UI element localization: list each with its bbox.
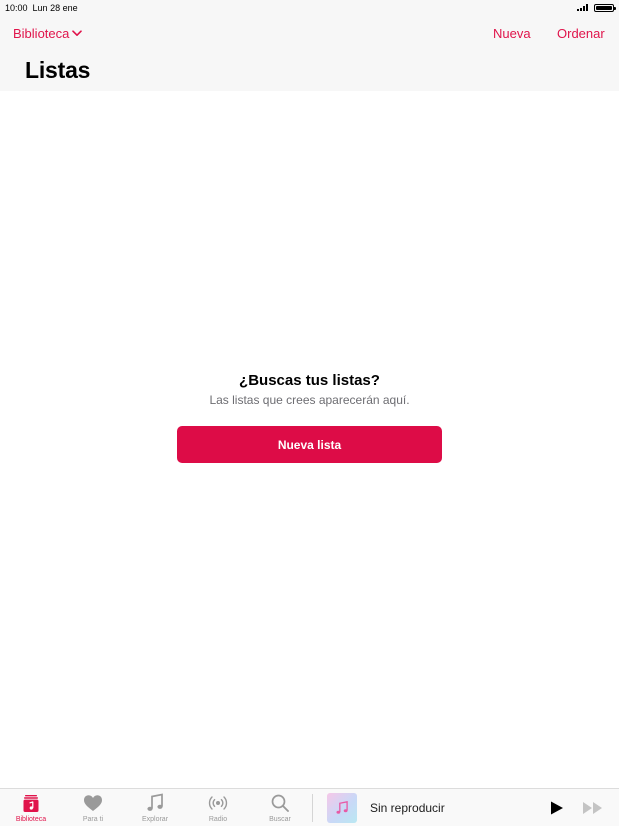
status-bar: 10:00 Lun 28 ene [0, 0, 619, 16]
new-list-button[interactable]: Nueva lista [177, 426, 442, 463]
empty-state-title: ¿Buscas tus listas? [239, 372, 380, 389]
fast-forward-icon[interactable] [582, 801, 604, 815]
tab-label: Radio [208, 816, 228, 823]
tab-bar: Biblioteca Para ti Explorar Radio Buscar [0, 788, 619, 826]
chevron-down-icon [72, 30, 83, 36]
radio-icon [208, 796, 228, 810]
new-button[interactable]: Nueva [493, 26, 531, 41]
tab-search[interactable]: Buscar [255, 789, 305, 826]
mini-player-title[interactable]: Sin reproducir [370, 801, 445, 815]
divider [312, 794, 313, 822]
mini-player-artwork[interactable] [327, 793, 357, 823]
music-note-icon [336, 801, 348, 814]
signal-icon [577, 4, 588, 11]
tab-for-you[interactable]: Para ti [68, 789, 118, 826]
battery-icon [594, 4, 616, 12]
tab-label: Explorar [141, 816, 169, 823]
library-dropdown[interactable]: Biblioteca [13, 26, 83, 41]
empty-state: ¿Buscas tus listas? Las listas que crees… [0, 372, 619, 407]
music-note-icon [147, 793, 163, 811]
heart-icon [84, 795, 102, 811]
status-time-date: 10:00 Lun 28 ene [5, 3, 78, 13]
search-icon [271, 794, 289, 812]
tab-radio[interactable]: Radio [193, 789, 243, 826]
library-dropdown-label: Biblioteca [13, 26, 70, 41]
library-icon [23, 795, 39, 812]
tab-label: Buscar [269, 816, 291, 823]
status-time: 10:00 [5, 3, 28, 13]
nav-header: Biblioteca Nueva Ordenar Listas [0, 16, 619, 91]
empty-state-subtitle: Las listas que crees aparecerán aquí. [209, 393, 410, 407]
sort-button[interactable]: Ordenar [557, 26, 605, 41]
play-icon[interactable] [549, 800, 565, 816]
tab-explore[interactable]: Explorar [130, 789, 180, 826]
tab-library[interactable]: Biblioteca [6, 789, 56, 826]
page-title: Listas [25, 57, 91, 83]
status-date: Lun 28 ene [32, 3, 78, 13]
tab-label: Para ti [82, 816, 104, 823]
tab-label: Biblioteca [15, 816, 47, 823]
